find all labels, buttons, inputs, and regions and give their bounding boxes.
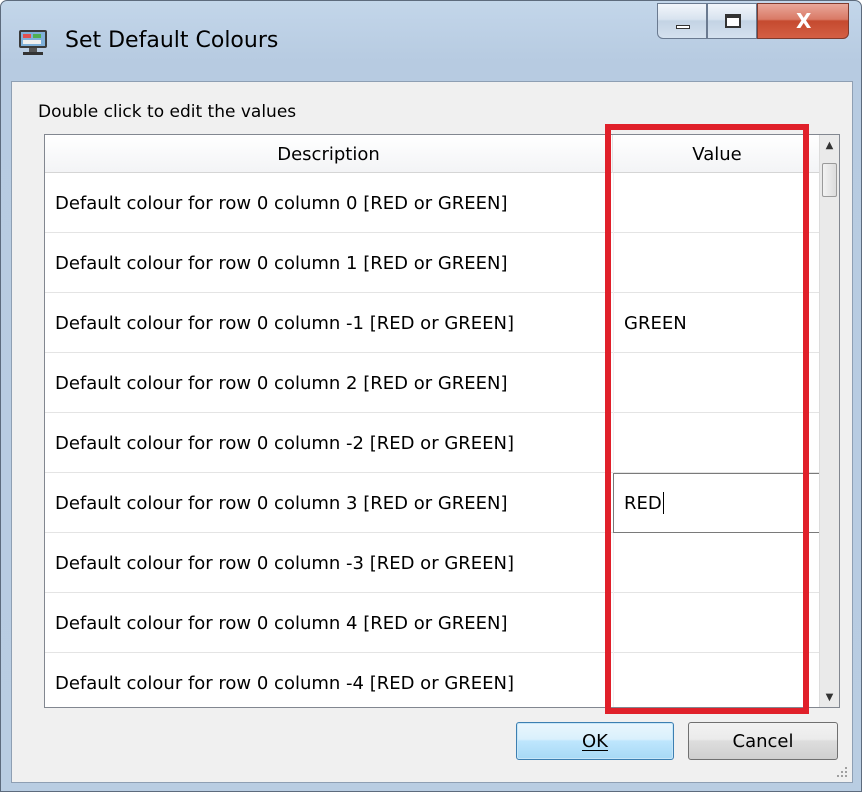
description-cell: Default colour for row 0 column -4 [RED …	[55, 672, 515, 694]
cancel-button[interactable]: Cancel	[688, 722, 838, 760]
minimize-button[interactable]	[657, 3, 707, 39]
minimize-icon	[676, 25, 690, 29]
ok-button[interactable]: OK	[516, 722, 674, 760]
table-row[interactable]: Default colour for row 0 column -4 [RED …	[45, 653, 821, 707]
value-cell[interactable]	[613, 653, 821, 707]
description-cell: Default colour for row 0 column 2 [RED o…	[55, 372, 508, 394]
value-cell[interactable]	[613, 593, 821, 653]
value-edit-field[interactable]: RED	[613, 473, 821, 533]
value-cell[interactable]	[613, 413, 821, 473]
description-cell: Default colour for row 0 column -2 [RED …	[55, 432, 515, 454]
instruction-label: Double click to edit the values	[38, 102, 297, 122]
table-row[interactable]: Default colour for row 0 column 2 [RED o…	[45, 353, 821, 413]
grid-header: Description Value	[45, 135, 821, 173]
column-header-value[interactable]: Value	[613, 135, 821, 173]
table-row[interactable]: Default colour for row 0 column -3 [RED …	[45, 533, 821, 593]
close-icon: X	[796, 9, 812, 33]
scrollbar-thumb[interactable]	[822, 163, 837, 197]
window-title: Set Default Colours	[65, 28, 279, 53]
resize-grip-icon[interactable]	[834, 764, 848, 778]
value-cell[interactable]	[613, 533, 821, 593]
vertical-scrollbar[interactable]: ▲ ▼	[819, 135, 839, 707]
monitor-icon	[19, 30, 47, 55]
description-cell: Default colour for row 0 column 0 [RED o…	[55, 192, 508, 214]
title-bar[interactable]: Set Default Colours X	[1, 1, 861, 81]
description-cell: Default colour for row 0 column -1 [RED …	[55, 312, 515, 334]
values-grid[interactable]: Description Value Default colour for row…	[44, 134, 840, 708]
ok-button-label: OK	[582, 730, 608, 752]
scroll-up-arrow-icon[interactable]: ▲	[820, 135, 839, 155]
table-row[interactable]: Default colour for row 0 column 3 [RED o…	[45, 473, 821, 533]
text-caret	[662, 492, 664, 514]
value-cell[interactable]: GREEN	[613, 293, 821, 353]
value-cell[interactable]	[613, 233, 821, 293]
maximize-button[interactable]	[707, 3, 757, 39]
table-row[interactable]: Default colour for row 0 column -2 [RED …	[45, 413, 821, 473]
value-cell[interactable]	[613, 353, 821, 413]
value-cell[interactable]	[613, 173, 821, 233]
value-edit-text: RED	[624, 492, 662, 514]
description-cell: Default colour for row 0 column -3 [RED …	[55, 552, 515, 574]
description-cell: Default colour for row 0 column 1 [RED o…	[55, 252, 508, 274]
table-row[interactable]: Default colour for row 0 column -1 [RED …	[45, 293, 821, 353]
scroll-down-arrow-icon[interactable]: ▼	[820, 687, 839, 707]
dialog-client-area: Double click to edit the values Descript…	[11, 81, 853, 783]
description-cell: Default colour for row 0 column 4 [RED o…	[55, 612, 508, 634]
cancel-button-label: Cancel	[732, 730, 794, 752]
close-button[interactable]: X	[757, 3, 849, 39]
table-row[interactable]: Default colour for row 0 column 4 [RED o…	[45, 593, 821, 653]
table-row[interactable]: Default colour for row 0 column 0 [RED o…	[45, 173, 821, 233]
column-header-description[interactable]: Description	[45, 135, 613, 173]
dialog-window: Set Default Colours X Double click to ed…	[0, 0, 862, 792]
maximize-icon	[725, 14, 741, 28]
description-cell: Default colour for row 0 column 3 [RED o…	[55, 492, 508, 514]
table-row[interactable]: Default colour for row 0 column 1 [RED o…	[45, 233, 821, 293]
